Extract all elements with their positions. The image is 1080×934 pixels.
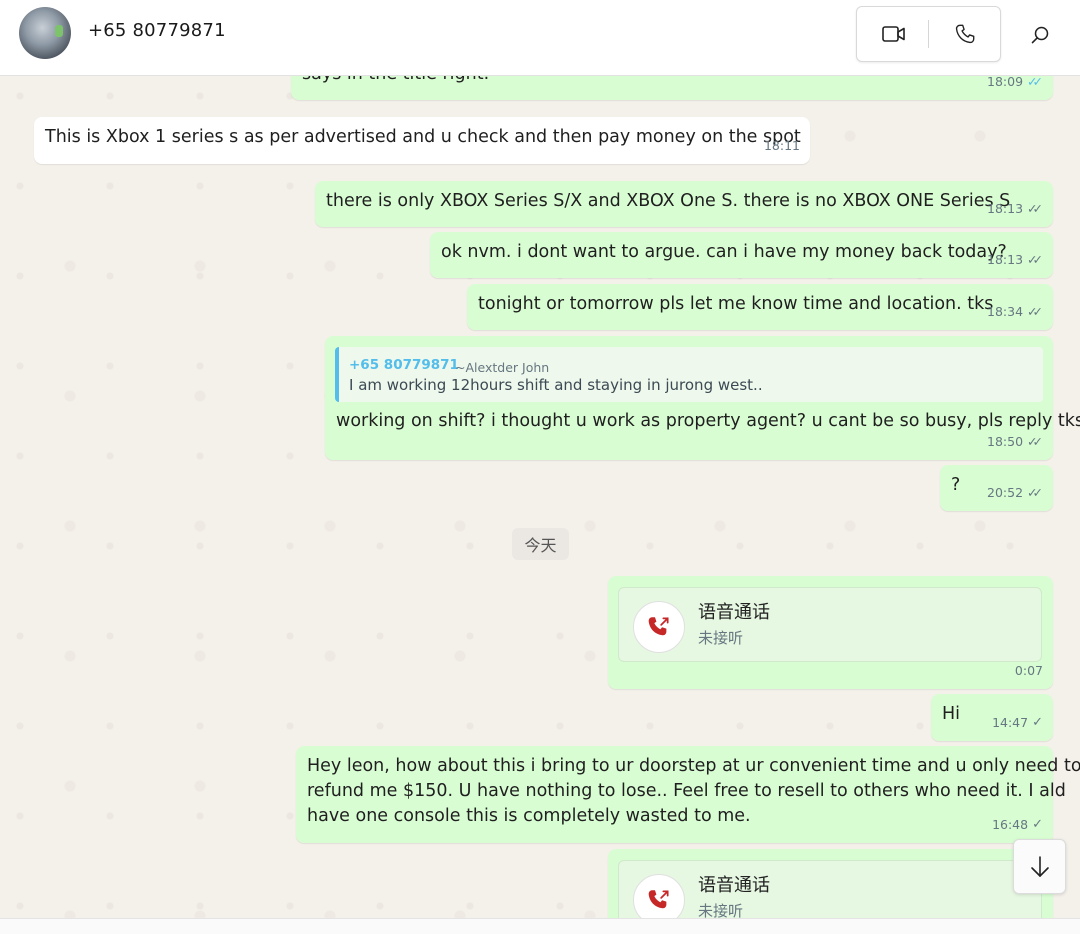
message-time: 18:13: [987, 252, 1024, 267]
message-meta: 18:11: [764, 133, 800, 158]
arrow-down-icon: [1030, 855, 1049, 877]
delivered-receipt-icon: ✓✓: [1027, 252, 1043, 267]
video-call-button[interactable]: [875, 20, 913, 48]
message-text: ?: [951, 475, 961, 495]
message-bubble[interactable]: ? 20:52 ✓✓: [940, 465, 1053, 511]
scroll-to-bottom-button[interactable]: [1013, 839, 1066, 894]
contact-name[interactable]: +65 80779871: [88, 20, 226, 41]
message-time: 18:13: [987, 201, 1024, 216]
message-meta: 20:52 ✓✓: [987, 480, 1043, 505]
message-bubble[interactable]: tonight or tomorrow pls let me know time…: [467, 284, 1053, 330]
quoted-text: I am working 12hours shift and staying i…: [349, 376, 763, 394]
message-text: This is Xbox 1 series s as per advertise…: [45, 127, 801, 147]
delivered-receipt-icon: ✓✓: [1027, 485, 1043, 500]
message-text: there is only XBOX Series S/X and XBOX O…: [326, 191, 1011, 211]
message-text-line: have one console this is completely wast…: [307, 806, 751, 826]
call-duration: 0:07: [1014, 663, 1043, 678]
search-icon: [1031, 26, 1049, 44]
message-time: 14:47: [992, 715, 1029, 730]
composer-bar[interactable]: [0, 918, 1080, 934]
message-bubble[interactable]: there is only XBOX Series S/X and XBOX O…: [315, 181, 1053, 227]
missed-voice-call-card[interactable]: 语音通话 未接听: [618, 587, 1042, 662]
call-title: 语音通话: [698, 602, 770, 623]
message-time: 18:50: [987, 434, 1024, 449]
message-bubble[interactable]: Hi 14:47 ✓: [931, 694, 1053, 741]
missed-call-icon: [633, 874, 685, 918]
message-text: working on shift? i thought u work as pr…: [336, 411, 1080, 431]
chat-header: +65 80779871: [0, 0, 1080, 76]
call-status: 未接听: [698, 902, 744, 918]
message-text: Hi: [942, 704, 961, 724]
call-message-bubble[interactable]: 语音通话 未接听 0:07: [608, 576, 1053, 689]
delivered-receipt-icon: ✓✓: [1027, 434, 1043, 449]
message-bubble[interactable]: ok nvm. i dont want to argue. can i have…: [430, 232, 1053, 278]
sent-receipt-icon: ✓: [1032, 817, 1043, 832]
voice-call-icon: [955, 24, 975, 44]
message-meta: 18:50 ✓✓: [987, 429, 1043, 454]
message-meta: 14:47 ✓: [992, 710, 1043, 735]
button-divider: [928, 20, 929, 48]
message-meta: 16:48 ✓: [992, 812, 1043, 837]
call-button-group: [856, 6, 1001, 62]
message-time: 18:11: [763, 138, 800, 153]
read-receipt-icon: ✓✓: [1027, 76, 1043, 89]
message-meta: 18:34 ✓✓: [987, 299, 1043, 324]
message-time: 16:48: [992, 817, 1029, 832]
quoted-message[interactable]: +65 80779871 ~Alextder John I am working…: [335, 347, 1043, 402]
message-time: 20:52: [987, 485, 1024, 500]
message-meta: 0:07: [1015, 658, 1043, 683]
message-meta: 18:13 ✓✓: [987, 196, 1043, 221]
message-text-line: refund me $150. U have nothing to lose..…: [307, 781, 1066, 801]
call-title: 语音通话: [698, 875, 770, 896]
message-bubble[interactable]: +65 80779871 ~Alextder John I am working…: [325, 336, 1080, 460]
message-bubble[interactable]: Hey leon, how about this i bring to ur d…: [296, 746, 1080, 843]
message-list[interactable]: says in the title right. 18:09 ✓✓ This i…: [0, 76, 1080, 918]
message-bubble[interactable]: This is Xbox 1 series s as per advertise…: [34, 117, 810, 164]
sent-receipt-icon: ✓: [1032, 715, 1043, 730]
message-meta: 18:13 ✓✓: [987, 247, 1043, 272]
voice-call-button[interactable]: [946, 20, 984, 48]
message-text-line: Hey leon, how about this i bring to ur d…: [307, 756, 1080, 776]
message-text: tonight or tomorrow pls let me know time…: [478, 294, 994, 314]
missed-voice-call-card[interactable]: 语音通话 未接听: [618, 860, 1042, 918]
date-divider: 今天: [512, 528, 569, 560]
delivered-receipt-icon: ✓✓: [1027, 304, 1043, 319]
message-text: says in the title right.: [302, 76, 489, 87]
call-status: 未接听: [698, 629, 744, 647]
video-call-icon: [882, 26, 905, 42]
message-text: ok nvm. i dont want to argue. can i have…: [441, 242, 1007, 262]
missed-call-icon: [633, 601, 685, 653]
message-time: 18:09: [987, 76, 1024, 89]
message-bubble[interactable]: says in the title right. 18:09 ✓✓: [291, 76, 1053, 100]
contact-avatar[interactable]: [19, 7, 71, 59]
search-button[interactable]: [1025, 20, 1055, 50]
message-time: 18:34: [987, 304, 1024, 319]
delivered-receipt-icon: ✓✓: [1027, 201, 1043, 216]
call-message-bubble[interactable]: 语音通话 未接听: [608, 849, 1053, 918]
message-meta: 18:09 ✓✓: [987, 76, 1043, 94]
